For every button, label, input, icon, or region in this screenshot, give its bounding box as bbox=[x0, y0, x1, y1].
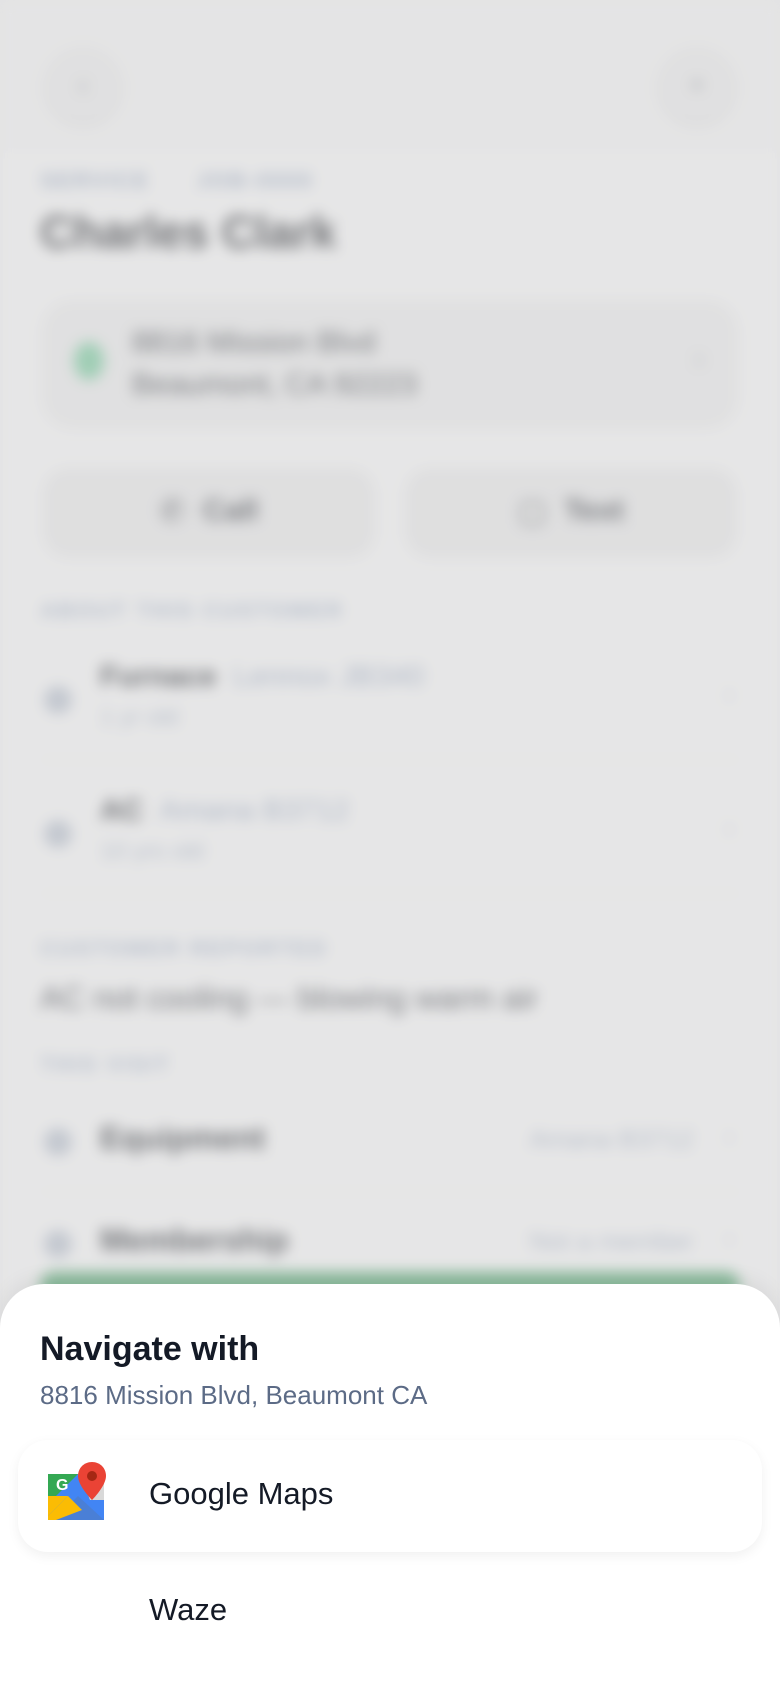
google-maps-option[interactable]: G Google Maps bbox=[18, 1440, 762, 1552]
navigate-bottom-sheet: Navigate with 8816 Mission Blvd, Beaumon… bbox=[0, 1284, 780, 1688]
svg-text:G: G bbox=[56, 1477, 68, 1494]
waze-option[interactable]: Waze bbox=[18, 1556, 762, 1668]
sheet-subtitle: 8816 Mission Blvd, Beaumont CA bbox=[40, 1380, 428, 1410]
google-maps-label: Google Maps bbox=[149, 1476, 334, 1511]
waze-icon bbox=[46, 1576, 108, 1638]
sheet-title: Navigate with bbox=[40, 1330, 260, 1368]
waze-label: Waze bbox=[149, 1592, 228, 1627]
google-maps-icon: G bbox=[48, 1462, 106, 1520]
